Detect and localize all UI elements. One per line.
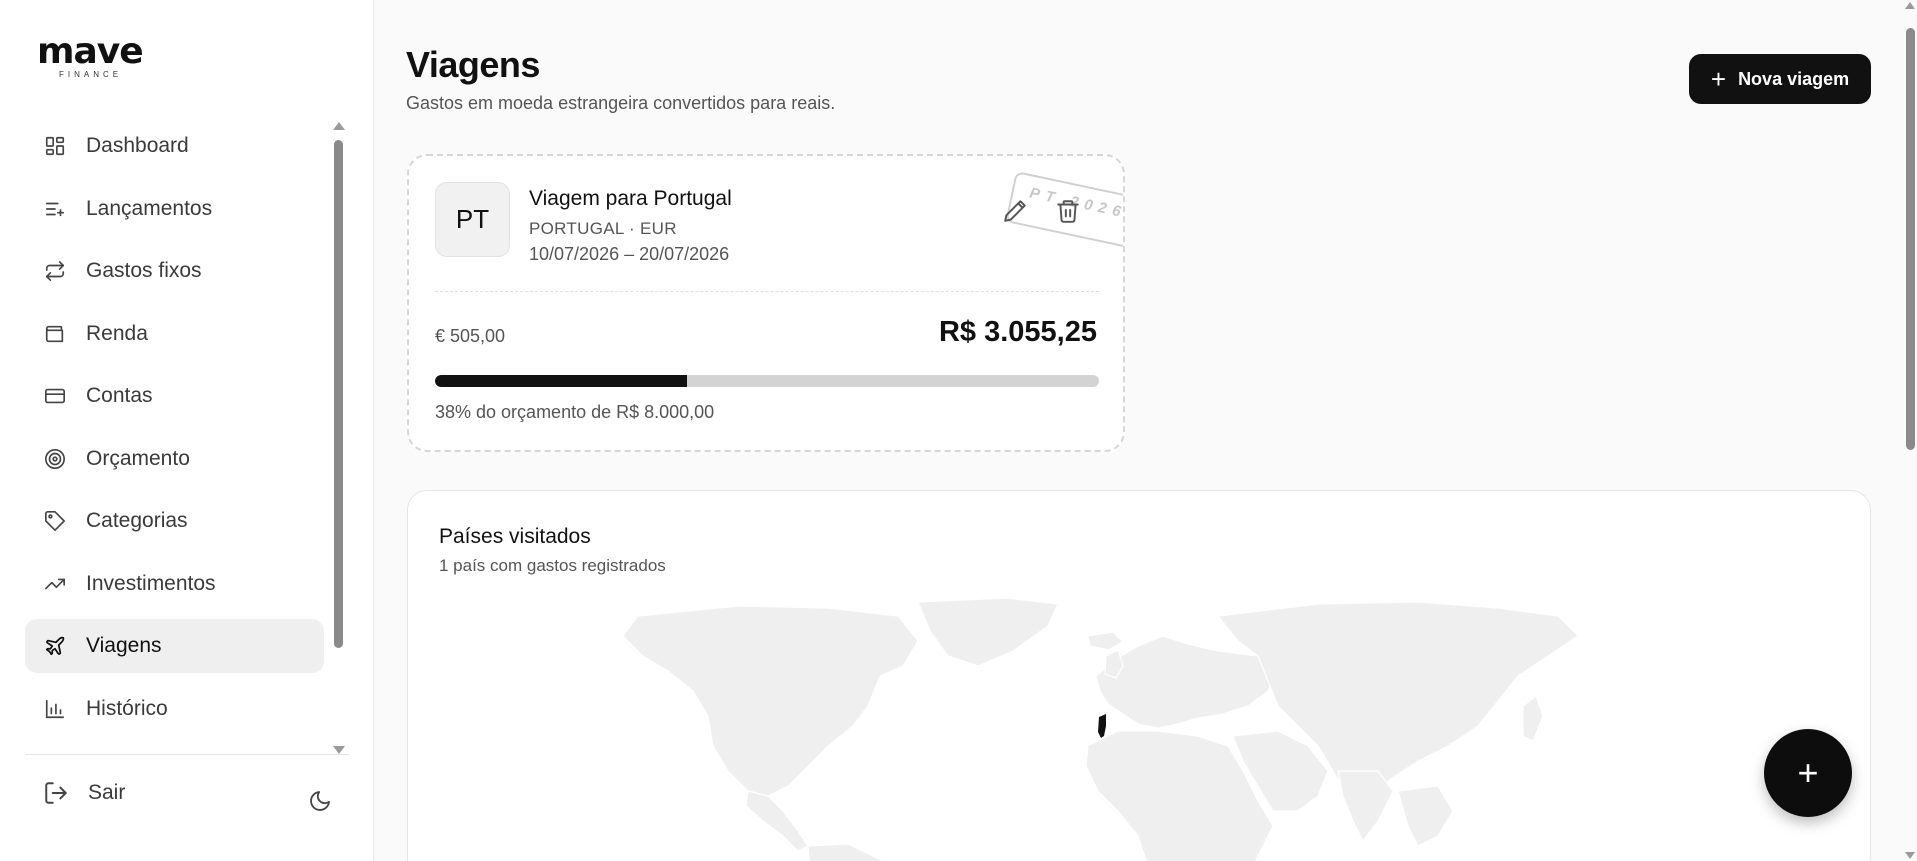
logout-label: Sair: [88, 781, 126, 804]
map-iceland: [1087, 631, 1124, 651]
trip-country-currency: PORTUGAL · EUR: [529, 219, 677, 238]
pencil-icon: [1004, 200, 1026, 222]
card-divider: [435, 291, 1099, 292]
map-india: [1337, 770, 1394, 843]
floating-add-button[interactable]: +: [1764, 729, 1852, 817]
logout-button[interactable]: Sair: [43, 780, 125, 806]
countries-title: Países visitados: [439, 525, 591, 548]
new-trip-label: Nova viagem: [1738, 68, 1850, 89]
moon-icon: [310, 791, 330, 811]
sidebar-item-label: Categorias: [86, 509, 188, 532]
sidebar-item-lancamentos[interactable]: Lançamentos: [25, 182, 324, 236]
sidebar-item-label: Orçamento: [86, 446, 190, 470]
map-north-america: [622, 605, 919, 797]
brand-name: mave: [37, 31, 144, 72]
world-map[interactable]: [618, 596, 1668, 861]
map-southeast-asia: [1397, 785, 1454, 847]
sidebar-item-label: Histórico: [86, 696, 168, 720]
theme-toggle-button[interactable]: [308, 789, 332, 813]
trip-country-code: PT: [435, 182, 510, 257]
bar-chart-icon: [43, 697, 67, 721]
list-plus-icon: [43, 197, 67, 221]
plus-icon: +: [1797, 752, 1819, 793]
plane-icon: [43, 634, 67, 658]
new-trip-button[interactable]: + Nova viagem: [1689, 54, 1871, 104]
brl-amount: R$ 3.055,25: [938, 316, 1097, 348]
sidebar-item-investimentos[interactable]: Investimentos: [25, 557, 324, 611]
trending-up-icon: [43, 572, 67, 596]
countries-subtitle: 1 país com gastos registrados: [439, 556, 666, 575]
sidebar-item-gastos-fixos[interactable]: Gastos fixos: [25, 244, 324, 298]
scrollbar-thumb[interactable]: [1906, 28, 1915, 450]
scrollbar-thumb[interactable]: [334, 140, 343, 648]
map-central-america: [745, 790, 809, 852]
map-portugal: [1098, 714, 1106, 738]
sidebar-item-label: Renda: [86, 321, 148, 345]
wallet-icon: [43, 322, 67, 346]
page-subtitle: Gastos em moeda estrangeira convertidos …: [406, 93, 836, 113]
logout-icon: [43, 780, 69, 806]
sidebar-nav: Dashboard Lançamentos Gastos fixos Renda…: [25, 119, 324, 744]
brand-tagline: FINANCE: [59, 70, 123, 79]
sidebar-item-label: Viagens: [86, 634, 162, 657]
page-title: Viagens: [406, 44, 540, 85]
sidebar-item-label: Dashboard: [86, 134, 189, 157]
budget-progress-bar: [435, 375, 1099, 387]
sidebar-item-historico[interactable]: Histórico: [25, 682, 324, 736]
sidebar: mave FINANCE Dashboard Lançamentos Gasto…: [0, 0, 374, 861]
sidebar-item-label: Investimentos: [86, 571, 216, 595]
sidebar-item-label: Gastos fixos: [86, 259, 202, 282]
map-south-america: [807, 843, 884, 861]
foreign-amount: € 505,00: [435, 326, 506, 346]
sidebar-item-categorias[interactable]: Categorias: [25, 494, 324, 548]
trip-dates: 10/07/2026 – 20/07/2026: [529, 244, 730, 264]
sidebar-item-dashboard[interactable]: Dashboard: [25, 119, 324, 173]
budget-progress-fill: [435, 375, 688, 387]
budget-text: 38% do orçamento de R$ 8.000,00: [435, 402, 715, 422]
sidebar-item-orcamento[interactable]: Orçamento: [25, 432, 324, 486]
trip-name: Viagem para Portugal: [529, 187, 732, 210]
sidebar-scrollbar[interactable]: [333, 118, 345, 754]
scroll-up-arrow-icon[interactable]: [1905, 2, 1915, 9]
sidebar-item-label: Lançamentos: [86, 196, 213, 220]
map-japan: [1522, 695, 1544, 742]
trash-icon: [1057, 200, 1079, 223]
plus-icon: +: [1710, 64, 1727, 94]
repeat-icon: [43, 259, 67, 283]
scroll-down-arrow-icon[interactable]: [333, 746, 345, 754]
brand-logo[interactable]: mave FINANCE: [37, 34, 157, 82]
credit-card-icon: [43, 384, 67, 408]
sidebar-item-label: Contas: [86, 384, 153, 407]
countries-visited-card: Países visitados 1 país com gastos regis…: [407, 490, 1871, 861]
sidebar-divider: [25, 754, 349, 755]
sidebar-item-viagens[interactable]: Viagens: [25, 619, 324, 673]
page-scrollbar[interactable]: [1904, 0, 1917, 861]
tag-icon: [43, 509, 67, 533]
sidebar-item-contas[interactable]: Contas: [25, 369, 324, 423]
dashboard-icon: [43, 134, 67, 158]
target-icon: [43, 447, 67, 471]
sidebar-item-renda[interactable]: Renda: [25, 307, 324, 361]
delete-trip-button[interactable]: [1055, 198, 1081, 224]
trip-card[interactable]: PT Viagem para Portugal PORTUGAL · EUR 1…: [407, 154, 1125, 452]
edit-trip-button[interactable]: [1002, 198, 1028, 224]
scroll-down-arrow-icon[interactable]: [1905, 852, 1915, 859]
scroll-up-arrow-icon[interactable]: [333, 122, 345, 130]
map-greenland: [917, 597, 1059, 667]
